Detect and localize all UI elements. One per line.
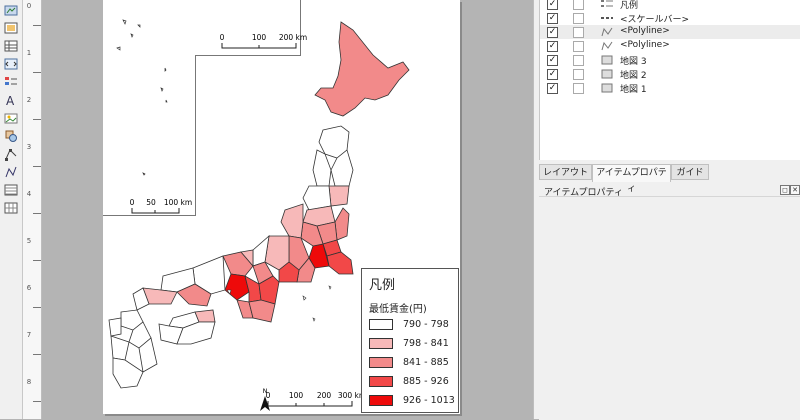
tab-layout[interactable]: レイアウト — [539, 164, 592, 180]
add-map-icon[interactable] — [4, 3, 18, 17]
add-html-icon[interactable] — [4, 57, 18, 71]
visibility-checkbox[interactable]: ✓ — [547, 13, 558, 24]
legend-swatch — [369, 338, 393, 349]
add-legend-icon[interactable] — [4, 75, 18, 89]
lock-checkbox[interactable] — [573, 13, 584, 24]
main-scalebar — [267, 401, 353, 407]
tab-item-properties[interactable]: アイテムプロパティ — [592, 164, 671, 194]
add-fixed-table-icon[interactable] — [4, 201, 18, 215]
lock-checkbox[interactable] — [573, 27, 584, 38]
svg-text:100: 100 — [289, 391, 304, 400]
polyline-icon — [600, 40, 613, 51]
map-legend[interactable]: 凡例 最低賃金(円) 790 - 798 798 - 841 841 - 885… — [361, 268, 459, 413]
map-icon — [600, 68, 613, 79]
legend-subtitle: 最低賃金(円) — [369, 304, 427, 315]
visibility-checkbox[interactable]: ✓ — [547, 83, 558, 94]
lock-checkbox[interactable] — [573, 0, 584, 10]
svg-text:0: 0 — [130, 198, 135, 207]
item-row[interactable]: ✓ <Polyline> — [540, 39, 800, 53]
legend-swatch — [369, 357, 393, 368]
add-node-icon[interactable] — [4, 147, 18, 161]
layout-toolbar: A — [0, 0, 23, 419]
visibility-checkbox[interactable]: ✓ — [547, 55, 558, 66]
add-label-icon[interactable]: A — [4, 93, 18, 107]
legend-swatch — [369, 376, 393, 387]
item-row[interactable]: ✓ <Polyline> — [540, 25, 800, 39]
scalebar-inset-1 — [221, 43, 297, 49]
map-icon — [600, 82, 613, 93]
add-shape-icon[interactable] — [4, 129, 18, 143]
lock-checkbox[interactable] — [573, 69, 584, 80]
svg-text:100 km: 100 km — [164, 198, 192, 207]
svg-text:200 km: 200 km — [279, 33, 307, 42]
lock-checkbox[interactable] — [573, 83, 584, 94]
visibility-checkbox[interactable]: ✓ — [547, 69, 558, 80]
right-dock-panel: ✓ 凡例 ✓ <スケールバー> ✓ <Polyline> ✓ <Polyline… — [533, 0, 800, 420]
item-row[interactable]: ✓ 地図 3 — [540, 53, 800, 67]
svg-text:200: 200 — [317, 391, 332, 400]
item-properties-body — [539, 196, 800, 420]
add-table-icon[interactable] — [4, 39, 18, 53]
scalebar-icon — [600, 12, 613, 23]
svg-text:50: 50 — [146, 198, 156, 207]
visibility-checkbox[interactable]: ✓ — [547, 27, 558, 38]
lock-checkbox[interactable] — [573, 55, 584, 66]
map-icon — [600, 54, 613, 65]
add-attribute-table-icon[interactable] — [4, 183, 18, 197]
visibility-checkbox[interactable]: ✓ — [547, 0, 558, 10]
vertical-ruler: 0 1 2 3 4 5 6 7 8 — [23, 0, 42, 419]
legend-swatch — [369, 319, 393, 330]
svg-text:A: A — [6, 94, 15, 107]
lock-checkbox[interactable] — [573, 41, 584, 52]
svg-text:N: N — [263, 387, 268, 395]
close-panel-icon[interactable]: ✕ — [790, 185, 800, 195]
legend-icon — [600, 0, 613, 9]
item-row[interactable]: ✓ 地図 2 — [540, 67, 800, 81]
visibility-checkbox[interactable]: ✓ — [547, 41, 558, 52]
legend-title: 凡例 — [369, 278, 396, 293]
add-picture-icon[interactable] — [4, 111, 18, 125]
item-row[interactable]: ✓ <スケールバー> — [540, 11, 800, 25]
float-panel-icon[interactable]: ◻ — [780, 185, 790, 195]
item-row[interactable]: ✓ 凡例 — [540, 0, 800, 11]
legend-swatch — [369, 395, 393, 406]
svg-text:100: 100 — [252, 33, 267, 42]
add-polyline-icon[interactable] — [4, 165, 18, 179]
layout-page[interactable]: 0 100 200 km 0 50 100 km 0 100 200 300 k… — [103, 0, 460, 414]
svg-text:0: 0 — [220, 33, 225, 42]
polyline-icon — [600, 26, 613, 37]
layout-items-list[interactable]: ✓ 凡例 ✓ <スケールバー> ✓ <Polyline> ✓ <Polyline… — [539, 0, 800, 160]
hokkaido — [314, 21, 410, 117]
item-row[interactable]: ✓ 地図 1 — [540, 81, 800, 95]
add-image-icon[interactable] — [4, 21, 18, 35]
tab-guide[interactable]: ガイド — [671, 164, 709, 180]
